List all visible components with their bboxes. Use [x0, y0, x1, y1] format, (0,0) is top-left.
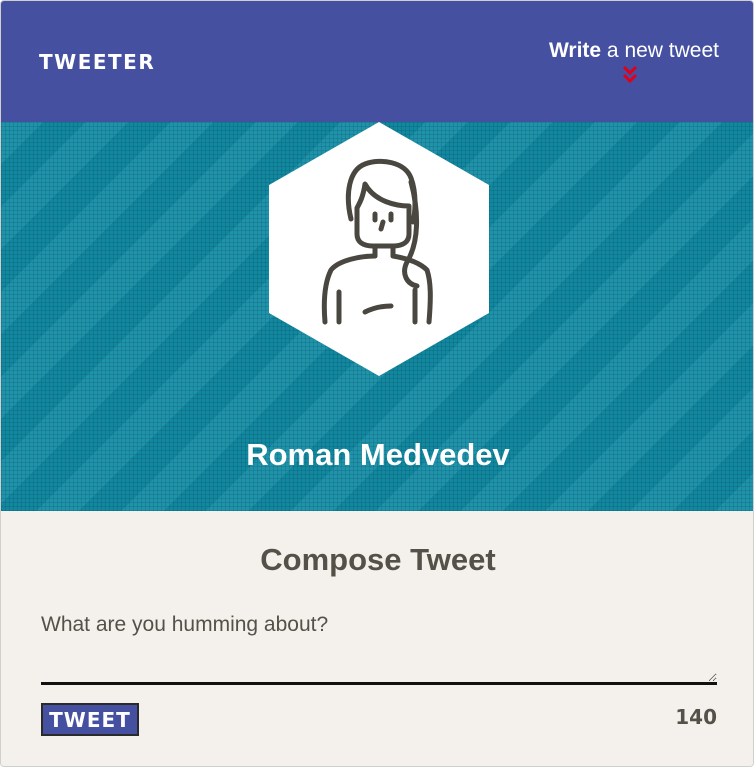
profile-banner: Roman Medvedev — [1, 122, 753, 511]
write-link-strong: Write — [548, 39, 602, 62]
avatar — [269, 122, 489, 376]
compose-section: Compose Tweet TWEET 140 — [1, 511, 753, 766]
profile-name: Roman Medvedev — [246, 437, 510, 472]
top-nav: TWEETER Write a new tweet — [1, 1, 753, 122]
brand-logo: TWEETER — [39, 50, 156, 74]
compose-title: Compose Tweet — [260, 542, 496, 577]
character-counter: 140 — [675, 705, 717, 729]
tweet-textarea[interactable] — [41, 609, 717, 685]
app-window: TWEETER Write a new tweet Roman Medvedev… — [0, 0, 754, 767]
double-chevron-down-icon[interactable] — [623, 65, 637, 87]
tweet-submit-button[interactable]: TWEET — [41, 703, 139, 736]
write-link-text: a new tweet — [601, 39, 719, 62]
write-new-tweet-link[interactable]: Write a new tweet — [549, 39, 719, 63]
